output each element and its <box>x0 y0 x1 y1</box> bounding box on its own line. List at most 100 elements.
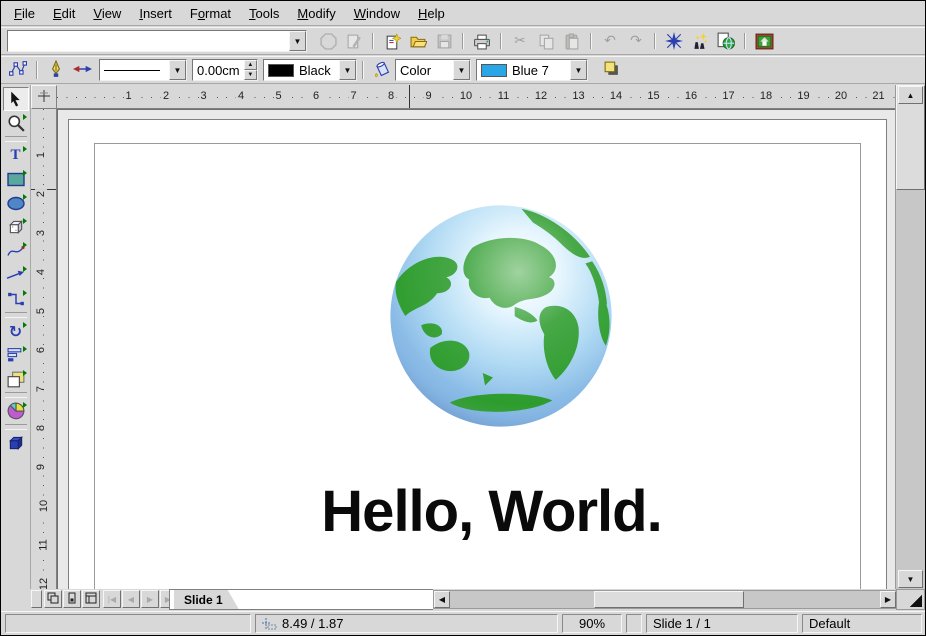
drawing-canvas[interactable]: Hello, World. <box>57 109 895 589</box>
paste-button[interactable] <box>560 29 584 53</box>
separator <box>651 31 659 51</box>
chevron-down-icon[interactable]: ▼ <box>453 60 470 80</box>
gallery-button[interactable] <box>752 29 776 53</box>
lines-arrows-tool[interactable] <box>3 263 29 287</box>
slide-page[interactable]: Hello, World. <box>68 119 887 589</box>
menu-insert[interactable]: Insert <box>130 3 181 24</box>
chevron-down-icon[interactable]: ▼ <box>339 60 356 80</box>
h-ruler-number: 7 <box>348 90 358 102</box>
menu-help[interactable]: Help <box>409 3 454 24</box>
v-ruler-number: 8 <box>35 423 47 433</box>
scroll-left-button[interactable]: ◀ <box>434 591 450 608</box>
undo-button[interactable]: ↶ <box>598 29 622 53</box>
connector-tool[interactable] <box>3 287 29 311</box>
cut-button[interactable]: ✂ <box>508 29 532 53</box>
menu-view[interactable]: View <box>84 3 130 24</box>
ellipse-tool[interactable] <box>3 191 29 215</box>
arrow-ends-icon <box>73 62 92 79</box>
connector-icon <box>7 291 25 307</box>
scroll-right-button[interactable]: ▶ <box>880 591 896 608</box>
alignment-tool[interactable] <box>3 343 29 367</box>
3d-objects-tool[interactable] <box>3 215 29 239</box>
scroll-down-icon: ▼ <box>907 575 915 584</box>
new-document-button[interactable] <box>380 29 404 53</box>
view-mode-slide-button[interactable] <box>44 590 62 608</box>
redo-button[interactable]: ↷ <box>624 29 648 53</box>
line-color-label: Black <box>299 63 331 78</box>
status-zoom-field[interactable]: 90% <box>562 614 622 633</box>
edit-file-button[interactable] <box>342 29 366 53</box>
tab-slide-1[interactable]: Slide 1 <box>174 590 239 609</box>
fill-style-select[interactable]: Color ▼ <box>395 59 471 81</box>
chevron-down-icon[interactable]: ▼ <box>570 60 587 80</box>
separator <box>5 392 27 398</box>
v-ruler-number: 2 <box>35 189 47 199</box>
slide-title-text[interactable]: Hello, World. <box>97 478 886 545</box>
url-input[interactable] <box>12 34 285 49</box>
v-ruler-number: 3 <box>35 228 47 238</box>
globe-image[interactable] <box>387 202 615 430</box>
save-button[interactable] <box>432 29 456 53</box>
h-ruler-number: 6 <box>311 90 321 102</box>
open-button[interactable] <box>406 29 430 53</box>
window-resize-grip[interactable] <box>896 589 925 610</box>
select-tool[interactable] <box>3 87 29 111</box>
scroll-up-button[interactable]: ▲ <box>898 86 923 104</box>
spin-down-icon[interactable]: ▼ <box>244 70 257 80</box>
arrow-style-button[interactable] <box>70 58 94 82</box>
menu-file[interactable]: File <box>5 3 44 24</box>
menu-window[interactable]: Window <box>345 3 409 24</box>
print-icon <box>473 33 491 50</box>
view-mode-handout-button[interactable] <box>82 590 100 608</box>
line-style-select[interactable]: ▼ <box>99 59 187 81</box>
fill-color-select[interactable]: Blue 7 ▼ <box>476 59 588 81</box>
navigator-button[interactable] <box>662 29 686 53</box>
horizontal-scroll-thumb[interactable] <box>594 591 744 608</box>
rectangle-tool[interactable] <box>3 167 29 191</box>
previous-slide-button[interactable]: ◀ <box>122 590 140 608</box>
curve-tool[interactable] <box>3 239 29 263</box>
line-width-value[interactable]: 0.00cm <box>193 60 244 80</box>
horizontal-scrollbar[interactable]: ◀ ▶ <box>433 590 897 609</box>
menu-edit[interactable]: Edit <box>44 3 84 24</box>
chevron-down-icon[interactable]: ▼ <box>169 60 186 80</box>
horizontal-ruler[interactable]: 123456789101112131415161718192021 <box>57 85 897 109</box>
h-ruler-number: 8 <box>386 90 396 102</box>
fill-can-icon <box>373 60 391 81</box>
vertical-scrollbar[interactable]: ▲ ▼ <box>895 85 925 589</box>
arrange-tool[interactable] <box>3 367 29 391</box>
status-slide-field: Slide 1 / 1 <box>646 614 798 633</box>
ruler-origin-button[interactable] <box>31 85 57 109</box>
status-page-style-field[interactable]: Default <box>802 614 922 633</box>
hyperlink-dialog-button[interactable] <box>714 29 738 53</box>
zoom-tool[interactable] <box>3 111 29 135</box>
next-slide-button[interactable]: ▶ <box>141 590 159 608</box>
menu-format[interactable]: Format <box>181 3 240 24</box>
menu-tools[interactable]: Tools <box>240 3 288 24</box>
scroll-down-button[interactable]: ▼ <box>898 570 923 588</box>
print-button[interactable] <box>470 29 494 53</box>
insert-tool[interactable] <box>3 399 29 423</box>
position-crosshair-icon <box>262 617 277 630</box>
url-dropdown-button[interactable]: ▼ <box>289 31 306 51</box>
shadow-button[interactable] <box>599 58 623 82</box>
line-dialog-button[interactable] <box>44 58 68 82</box>
tabbar-splitter[interactable] <box>31 590 42 608</box>
slide-view-icon <box>47 592 59 607</box>
text-tool[interactable]: T <box>3 143 29 167</box>
effects-tool[interactable] <box>3 431 29 455</box>
zoom-button[interactable] <box>688 29 712 53</box>
area-dialog-button[interactable] <box>370 58 394 82</box>
url-combobox[interactable]: ▼ <box>7 30 307 52</box>
rotate-tool[interactable]: ↻ <box>3 319 29 343</box>
vertical-ruler[interactable]: 123456789101112 <box>31 109 57 589</box>
line-width-stepper[interactable]: 0.00cm ▲▼ <box>192 59 258 81</box>
view-mode-notes-button[interactable] <box>63 590 81 608</box>
line-color-select[interactable]: Black ▼ <box>263 59 357 81</box>
menu-modify[interactable]: Modify <box>288 3 344 24</box>
copy-button[interactable] <box>534 29 558 53</box>
stop-loading-button[interactable] <box>316 29 340 53</box>
edit-points-button[interactable] <box>6 58 30 82</box>
spin-up-icon[interactable]: ▲ <box>244 60 257 70</box>
first-slide-button[interactable]: |◀ <box>103 590 121 608</box>
